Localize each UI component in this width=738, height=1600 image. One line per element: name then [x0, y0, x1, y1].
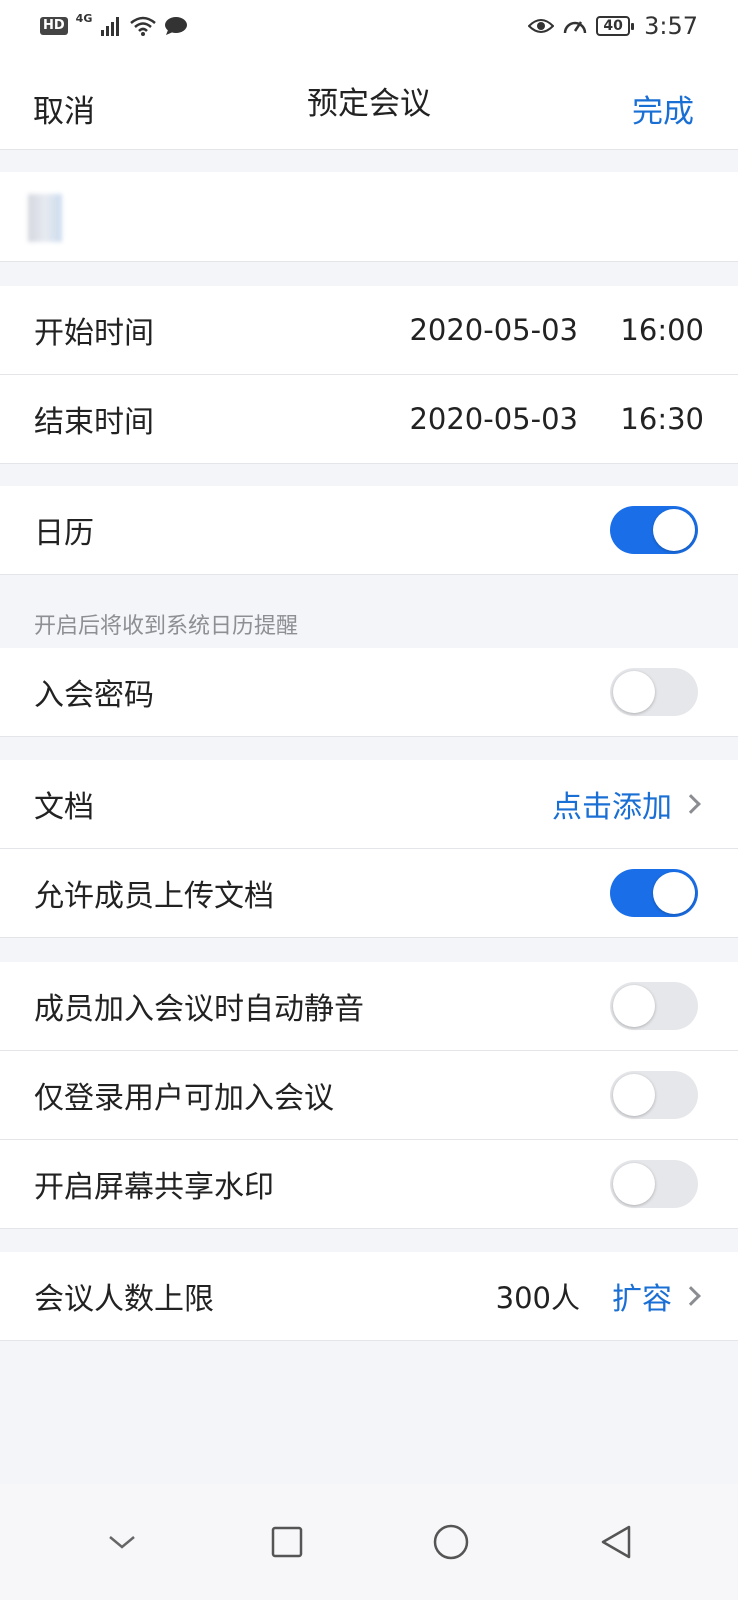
expand-capacity-link[interactable]: 扩容	[612, 1274, 672, 1318]
eye-icon	[528, 19, 555, 33]
nav-collapse-button[interactable]	[92, 1512, 152, 1572]
capacity-value: 300人	[495, 1281, 580, 1315]
start-time-row[interactable]: 开始时间 2020-05-03 16:00	[0, 286, 738, 375]
network-type: 4G	[75, 11, 93, 25]
login-only-row: 仅登录用户可加入会议	[0, 1051, 738, 1140]
toggle-knob	[613, 671, 655, 713]
screen: HD 4G 40 3:57 取消 预定会议 完成 开始时间 2020-05-03…	[0, 0, 738, 1600]
time-section: 开始时间 2020-05-03 16:00 结束时间 2020-05-03 16…	[0, 286, 738, 464]
header: 取消 预定会议 完成	[0, 52, 738, 150]
square-icon	[271, 1526, 302, 1558]
add-document-link[interactable]: 点击添加	[552, 782, 672, 826]
login-only-toggle[interactable]	[610, 1071, 698, 1119]
meeting-topic-field[interactable]	[0, 172, 738, 262]
end-date-value: 2020-05-03	[409, 402, 578, 436]
watermark-row: 开启屏幕共享水印	[0, 1140, 738, 1229]
start-date-value: 2020-05-03	[409, 313, 578, 347]
calendar-label: 日历	[34, 516, 94, 551]
end-time-value: 16:30	[620, 402, 704, 436]
capacity-label: 会议人数上限	[34, 1282, 214, 1317]
hd-badge: HD	[40, 17, 68, 35]
end-time-row[interactable]: 结束时间 2020-05-03 16:30	[0, 375, 738, 464]
done-button[interactable]: 完成	[632, 86, 694, 131]
allow-upload-row: 允许成员上传文档	[0, 849, 738, 938]
system-nav-bar	[0, 1484, 738, 1600]
password-row: 入会密码	[0, 648, 738, 737]
message-icon	[165, 17, 188, 35]
speedometer-icon	[563, 21, 587, 34]
login-only-label: 仅登录用户可加入会议	[34, 1081, 334, 1116]
nav-back-button[interactable]	[586, 1512, 646, 1572]
toggle-knob	[613, 1163, 655, 1205]
toggle-knob	[613, 985, 655, 1027]
clock: 3:57	[644, 12, 698, 40]
status-left: HD 4G	[40, 12, 188, 36]
chevron-down-icon	[109, 1536, 136, 1549]
document-row[interactable]: 文档 点击添加	[0, 760, 738, 849]
battery-icon: 40	[596, 16, 635, 36]
calendar-section: 日历	[0, 486, 738, 575]
password-section: 入会密码	[0, 648, 738, 737]
status-bar: HD 4G 40 3:57	[0, 0, 738, 52]
triangle-back-icon	[601, 1525, 630, 1559]
toggle-knob	[613, 1074, 655, 1116]
settings-section: 成员加入会议时自动静音 仅登录用户可加入会议 开启屏幕共享水印	[0, 962, 738, 1229]
auto-mute-row: 成员加入会议时自动静音	[0, 962, 738, 1051]
meeting-topic-input[interactable]	[34, 192, 694, 242]
start-time-label: 开始时间	[34, 316, 154, 351]
wifi-icon	[130, 16, 157, 36]
capacity-row[interactable]: 会议人数上限 300人 扩容	[0, 1252, 738, 1341]
nav-home-button[interactable]	[421, 1512, 481, 1572]
document-section: 文档 点击添加 允许成员上传文档	[0, 760, 738, 938]
document-label: 文档	[34, 790, 94, 825]
calendar-hint: 开启后将收到系统日历提醒	[34, 614, 299, 639]
circle-icon	[434, 1524, 469, 1560]
start-time-value: 16:00	[620, 313, 704, 347]
nav-recents-button[interactable]	[257, 1512, 317, 1572]
password-label: 入会密码	[34, 678, 154, 713]
calendar-toggle[interactable]	[610, 506, 698, 554]
auto-mute-toggle[interactable]	[610, 982, 698, 1030]
signal-icon	[101, 17, 120, 36]
allow-upload-toggle[interactable]	[610, 869, 698, 917]
end-time-label: 结束时间	[34, 405, 154, 440]
cancel-button[interactable]: 取消	[33, 86, 95, 131]
watermark-label: 开启屏幕共享水印	[34, 1170, 274, 1205]
chevron-right-icon	[681, 1286, 701, 1306]
page-title: 预定会议	[307, 86, 431, 122]
password-toggle[interactable]	[610, 668, 698, 716]
toggle-knob	[653, 872, 695, 914]
capacity-section: 会议人数上限 300人 扩容	[0, 1252, 738, 1341]
chevron-right-icon	[681, 794, 701, 814]
calendar-row: 日历	[0, 486, 738, 575]
auto-mute-label: 成员加入会议时自动静音	[34, 992, 364, 1027]
toggle-knob	[653, 509, 695, 551]
allow-upload-label: 允许成员上传文档	[34, 879, 274, 914]
status-right: 40 3:57	[528, 12, 698, 40]
watermark-toggle[interactable]	[610, 1160, 698, 1208]
